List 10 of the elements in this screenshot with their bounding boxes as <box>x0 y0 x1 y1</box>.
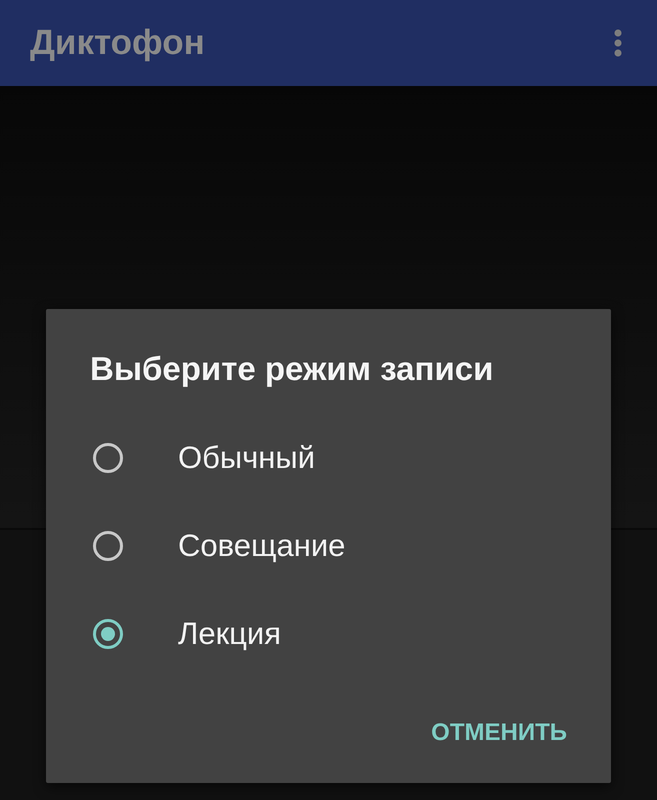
more-options-icon[interactable] <box>613 29 623 57</box>
app-title: Диктофон <box>30 23 205 63</box>
option-label: Лекция <box>178 616 282 652</box>
option-label: Обычный <box>178 440 316 476</box>
option-label: Совещание <box>178 528 346 564</box>
radio-button[interactable] <box>93 619 123 649</box>
radio-button[interactable] <box>93 443 123 473</box>
dialog-title: Выберите режим записи <box>90 351 494 387</box>
cancel-button[interactable]: ОТМЕНИТЬ <box>425 711 573 755</box>
radio-button[interactable] <box>93 531 123 561</box>
